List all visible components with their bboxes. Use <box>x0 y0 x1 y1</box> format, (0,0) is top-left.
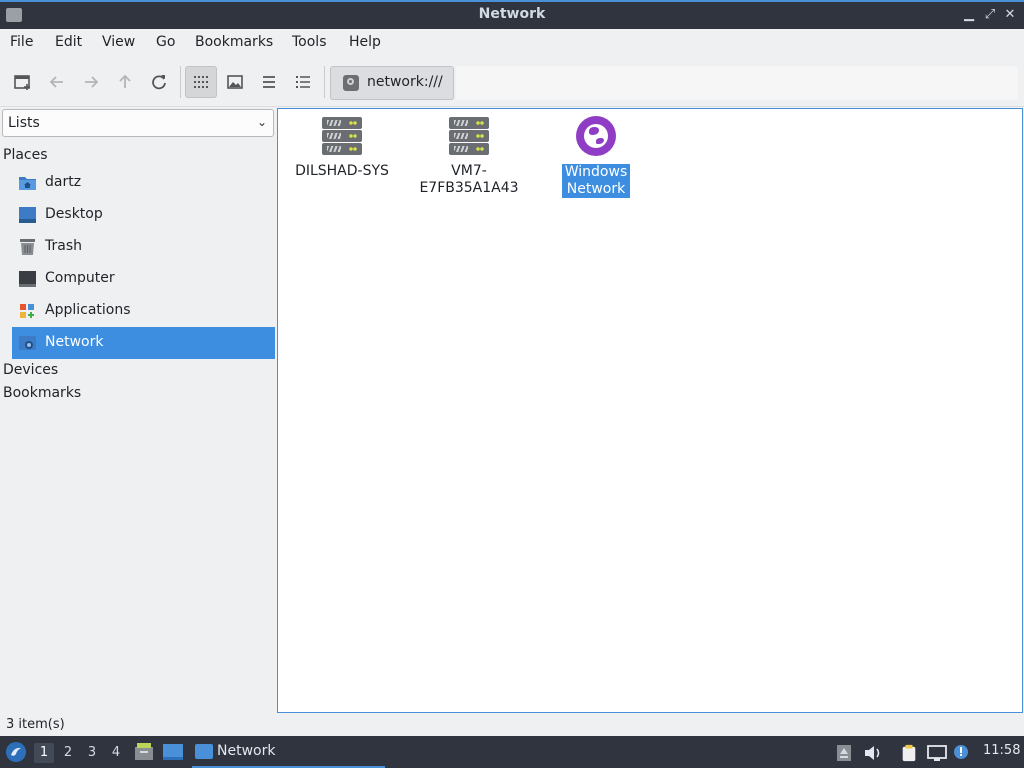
server-icon <box>448 115 490 157</box>
title-bar: Network ▁ ⤢ ✕ <box>0 0 1024 29</box>
forward-button[interactable] <box>75 66 107 98</box>
desktop-icon <box>19 207 36 223</box>
status-bar: 3 item(s) <box>0 713 1024 736</box>
icon-view-button[interactable] <box>185 66 217 98</box>
sidebar-item-desktop[interactable]: Desktop <box>12 199 275 231</box>
new-window-button[interactable] <box>7 66 39 98</box>
close-button[interactable]: ✕ <box>1003 8 1017 22</box>
grid-icon <box>194 76 208 88</box>
network-item-windows-network[interactable]: Windows Network <box>532 115 660 198</box>
home-folder-icon <box>19 177 36 190</box>
folder-icon <box>195 744 213 759</box>
arrow-left-icon <box>49 76 63 88</box>
devices-header[interactable]: Devices <box>3 362 58 378</box>
network-status-icon[interactable] <box>927 744 947 762</box>
back-button[interactable] <box>41 66 73 98</box>
toolbar: network:/// <box>0 57 1024 107</box>
menu-file[interactable]: File <box>10 34 33 50</box>
server-icon <box>321 115 363 157</box>
globe-network-icon <box>575 116 617 158</box>
network-drive-icon <box>343 75 359 91</box>
sidebar-item-dartz[interactable]: dartz <box>12 167 275 199</box>
workspace-4[interactable]: 4 <box>106 743 126 763</box>
item-label: DILSHAD-SYS <box>295 163 389 179</box>
workspace-2[interactable]: 2 <box>58 743 78 763</box>
item-label: VM7- E7FB35A1A43 <box>419 163 519 196</box>
toolbar-separator <box>180 66 181 98</box>
network-item-vm7[interactable]: VM7- E7FB35A1A43 <box>405 115 533 197</box>
sidebar-item-network[interactable]: Network <box>12 327 275 359</box>
network-icon <box>19 336 36 350</box>
compact-view-button[interactable] <box>253 66 285 98</box>
file-manager-launcher-icon[interactable] <box>134 742 154 762</box>
menu-bar: File Edit View Go Bookmarks Tools Help <box>0 29 1024 57</box>
up-button[interactable] <box>109 66 141 98</box>
sidebar-item-computer[interactable]: Computer <box>12 263 275 295</box>
list-icon <box>263 76 275 88</box>
network-item-dilshad-sys[interactable]: DILSHAD-SYS <box>278 115 406 180</box>
volume-icon[interactable] <box>863 744 883 762</box>
location-text: network:/// <box>367 74 443 90</box>
reload-icon <box>152 75 166 90</box>
item-count: 3 item(s) <box>6 717 65 732</box>
workspace-1[interactable]: 1 <box>34 743 54 763</box>
image-icon <box>227 75 243 89</box>
start-menu-icon[interactable] <box>5 741 27 763</box>
task-label: Network <box>217 743 276 759</box>
menu-tools[interactable]: Tools <box>292 34 327 50</box>
workspace-3[interactable]: 3 <box>82 743 102 763</box>
menu-edit[interactable]: Edit <box>55 34 82 50</box>
computer-icon <box>19 271 36 287</box>
item-label: Windows Network <box>561 164 631 198</box>
menu-bookmarks[interactable]: Bookmarks <box>195 34 273 50</box>
menu-view[interactable]: View <box>102 34 135 50</box>
places-header[interactable]: Places <box>3 147 48 163</box>
clipboard-icon[interactable] <box>899 744 919 762</box>
sidebar: Lists ⌄ Places dartz Desktop Trash Compu… <box>0 107 276 713</box>
clock[interactable]: 11:58 <box>983 743 1020 758</box>
sidebar-item-applications[interactable]: Applications <box>12 295 275 327</box>
arrow-up-icon <box>119 74 131 88</box>
taskbar: 1 2 3 4 Network 11:58 <box>0 736 1024 768</box>
applications-icon <box>20 304 34 318</box>
detail-list-icon <box>296 76 310 88</box>
notification-icon[interactable] <box>953 744 971 762</box>
sidebar-item-trash[interactable]: Trash <box>12 231 275 263</box>
path-bar-area[interactable] <box>456 66 1018 100</box>
chevron-down-icon: ⌄ <box>256 115 267 129</box>
window-title: Network <box>478 6 546 22</box>
new-window-icon <box>14 75 30 90</box>
file-view[interactable]: DILSHAD-SYS VM7- E7FB35A1A43 Windows Netwo… <box>277 108 1023 713</box>
menu-go[interactable]: Go <box>156 34 175 50</box>
trash-icon <box>20 239 35 255</box>
detail-view-button[interactable] <box>287 66 319 98</box>
restore-button[interactable]: ⤢ <box>983 8 997 22</box>
reload-button[interactable] <box>143 66 175 98</box>
sidebar-mode-select[interactable]: Lists ⌄ <box>2 109 274 137</box>
arrow-right-icon <box>85 76 99 88</box>
toolbar-separator <box>324 66 325 98</box>
taskbar-window-network[interactable]: Network <box>192 738 385 768</box>
removable-media-icon[interactable] <box>836 744 852 762</box>
minimize-button[interactable]: ▁ <box>962 8 976 22</box>
thumbnail-view-button[interactable] <box>219 66 251 98</box>
show-desktop-icon[interactable] <box>162 742 184 762</box>
bookmarks-header[interactable]: Bookmarks <box>3 385 81 401</box>
sidebar-mode-value: Lists <box>8 115 40 131</box>
location-button[interactable]: network:/// <box>330 66 454 100</box>
menu-help[interactable]: Help <box>349 34 381 50</box>
